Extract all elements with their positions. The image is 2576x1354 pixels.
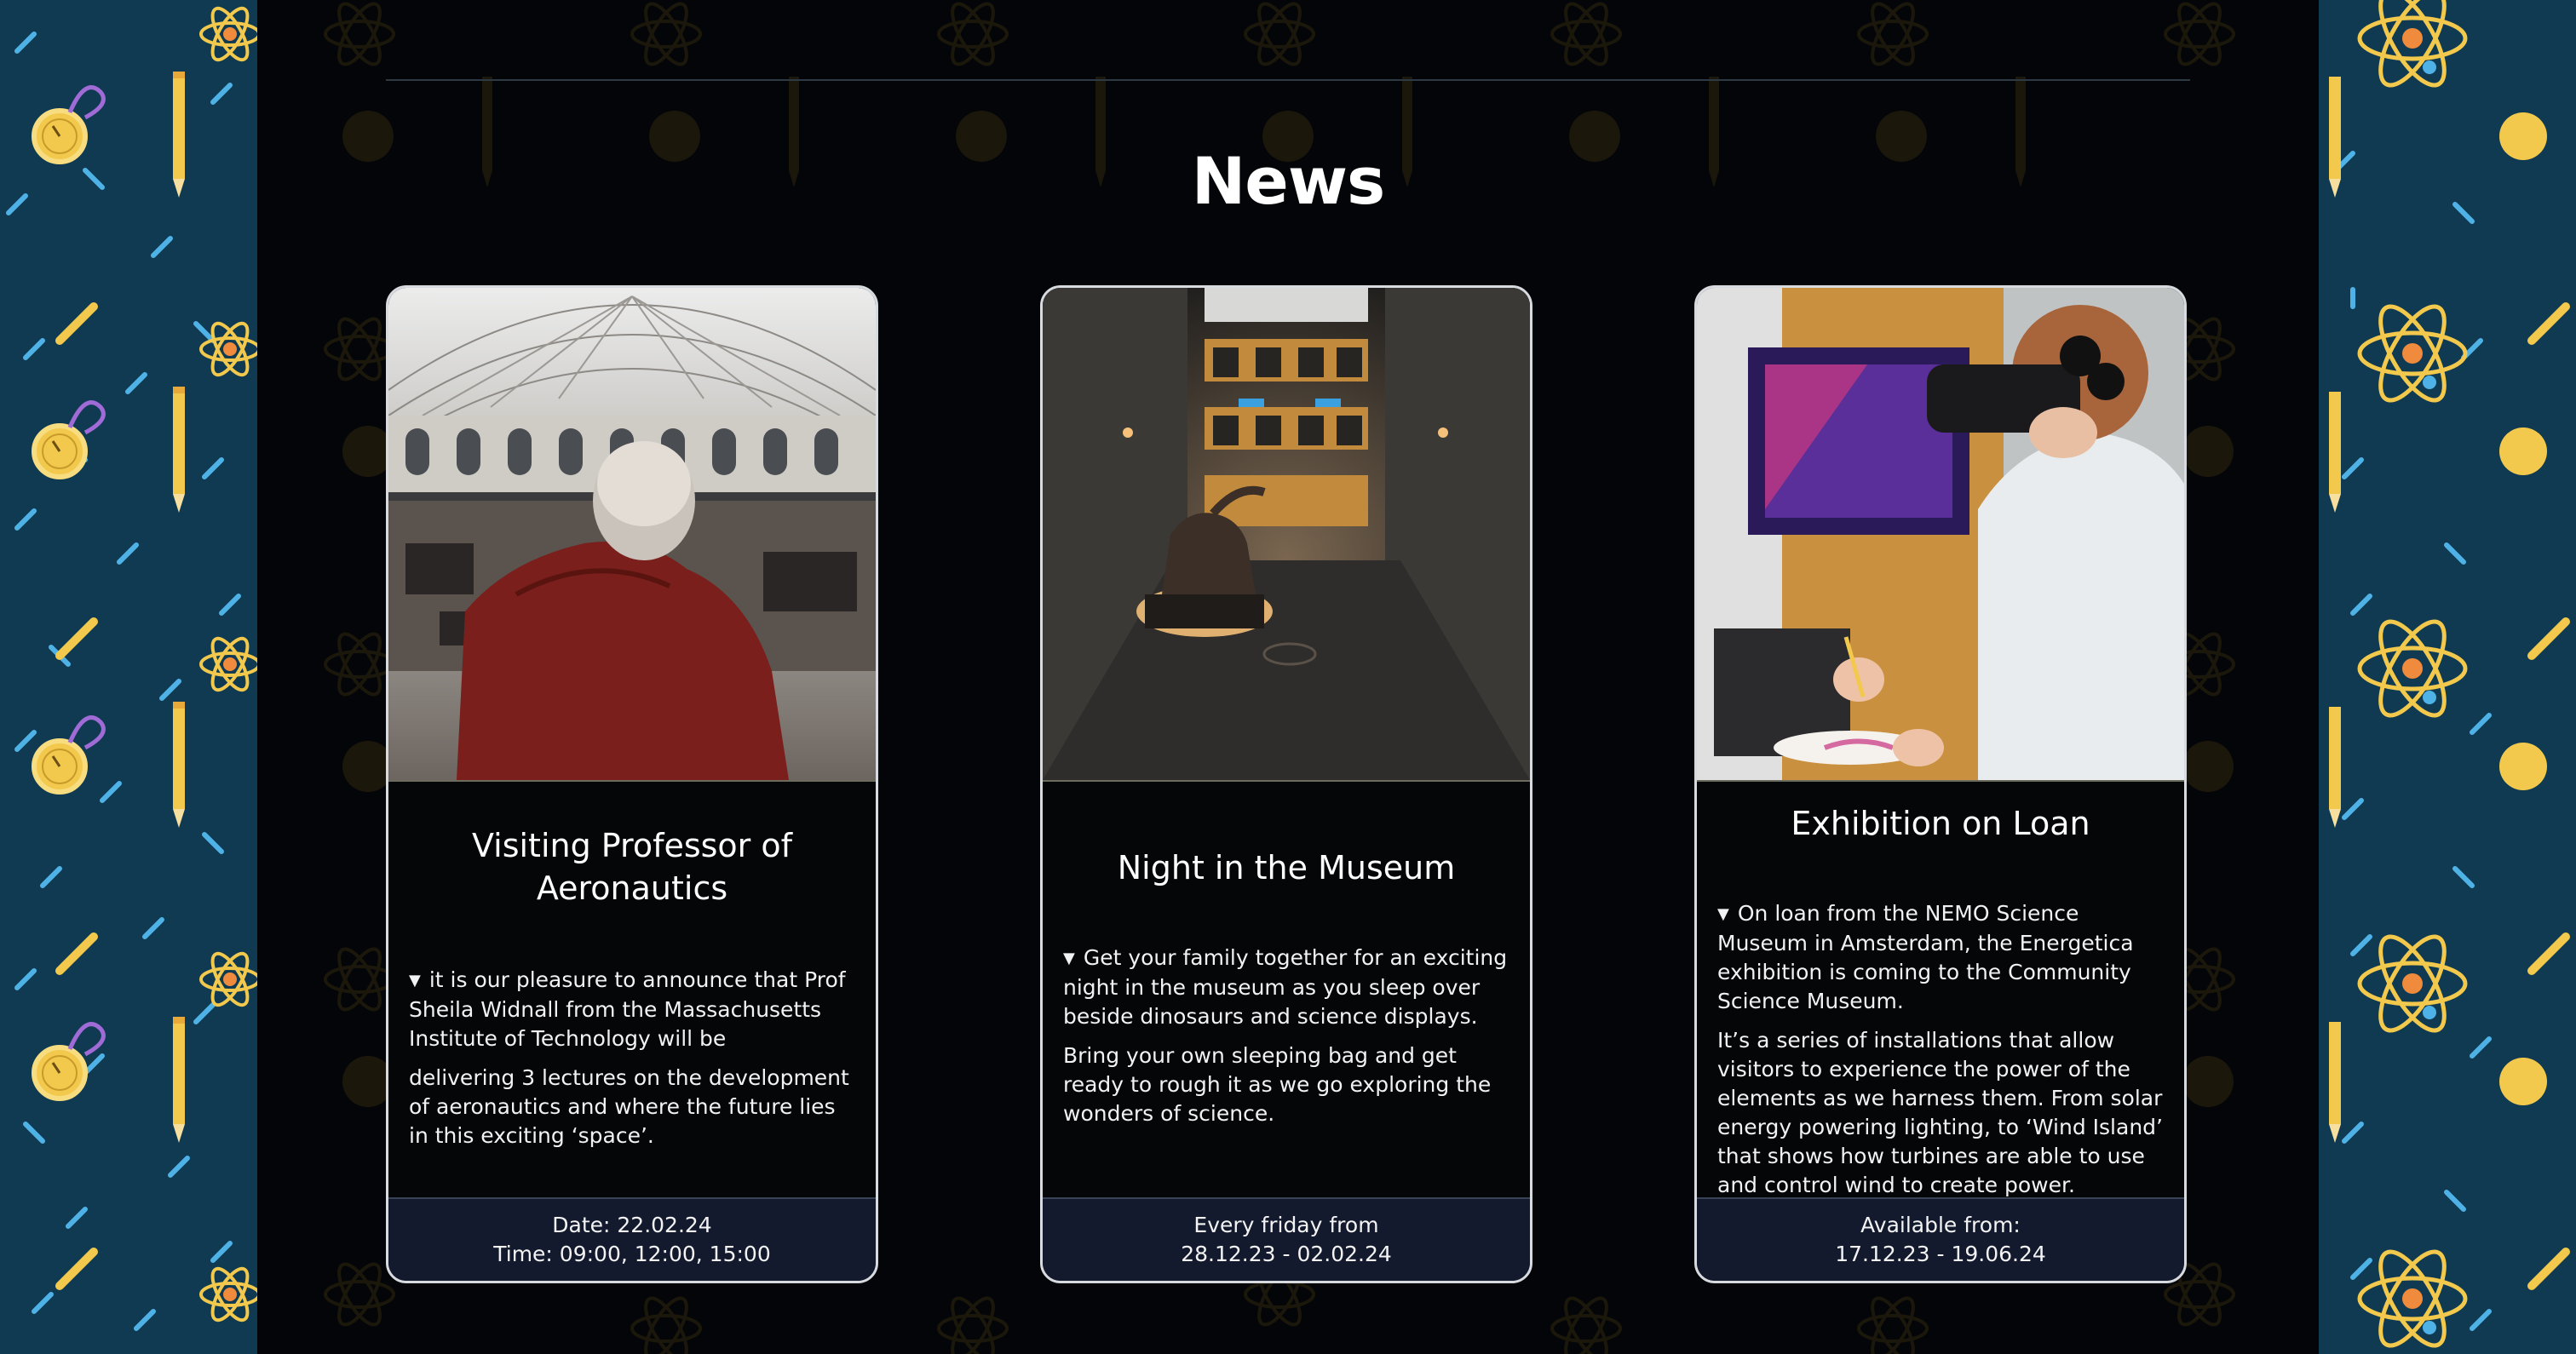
right-pattern-panel	[2319, 0, 2576, 1354]
news-section: News Visiting Professor of Aeronautics ▼…	[257, 0, 2319, 1354]
left-pattern-panel	[0, 0, 257, 1354]
card-footer: Available from: 17.12.23 - 19.06.24	[1697, 1197, 2184, 1281]
card-description: ▼ Get your family together for an excitin…	[1063, 945, 1508, 1126]
availability-dates: 17.12.23 - 19.06.24	[1835, 1242, 2046, 1266]
news-card-1[interactable]: Visiting Professor of Aeronautics ▼ it is…	[386, 285, 878, 1283]
event-date: Date: 22.02.24	[552, 1213, 712, 1237]
vr-headset-photo	[1697, 288, 2184, 782]
event-dates: 28.12.23 - 02.02.24	[1181, 1242, 1392, 1266]
disclosure-triangle-icon[interactable]: ▼	[409, 972, 421, 990]
card-footer: Date: 22.02.24 Time: 09:00, 12:00, 15:00	[388, 1197, 876, 1281]
card-title: Visiting Professor of Aeronautics	[471, 827, 793, 907]
museum-hall-dinosaur-photo	[1043, 288, 1530, 782]
event-time: Time: 09:00, 12:00, 15:00	[493, 1242, 771, 1266]
card-title: Night in the Museum	[1117, 849, 1456, 886]
section-divider	[386, 79, 2190, 81]
card-title: Exhibition on Loan	[1791, 805, 2090, 842]
disclosure-triangle-icon[interactable]: ▼	[1717, 905, 1729, 923]
news-card-3[interactable]: Exhibition on Loan ▼ On loan from the NEM…	[1694, 285, 2187, 1283]
card-description: ▼ it is our pleasure to announce that Pro…	[409, 967, 849, 1148]
event-schedule: Every friday from	[1193, 1213, 1379, 1237]
card-description: ▼ On loan from the NEMO Science Museum in…	[1717, 901, 2163, 1197]
availability-label: Available from:	[1860, 1213, 2021, 1237]
science-pattern	[2329, 0, 2570, 1354]
science-pattern	[6, 2, 257, 1331]
rotunda-interior-photo	[388, 288, 876, 782]
news-card-2[interactable]: Night in the Museum ▼ Get your family tog…	[1040, 285, 1532, 1283]
disclosure-triangle-icon[interactable]: ▼	[1063, 950, 1075, 967]
page-title: News	[1191, 143, 1386, 219]
card-footer: Every friday from 28.12.23 - 02.02.24	[1043, 1197, 1530, 1281]
